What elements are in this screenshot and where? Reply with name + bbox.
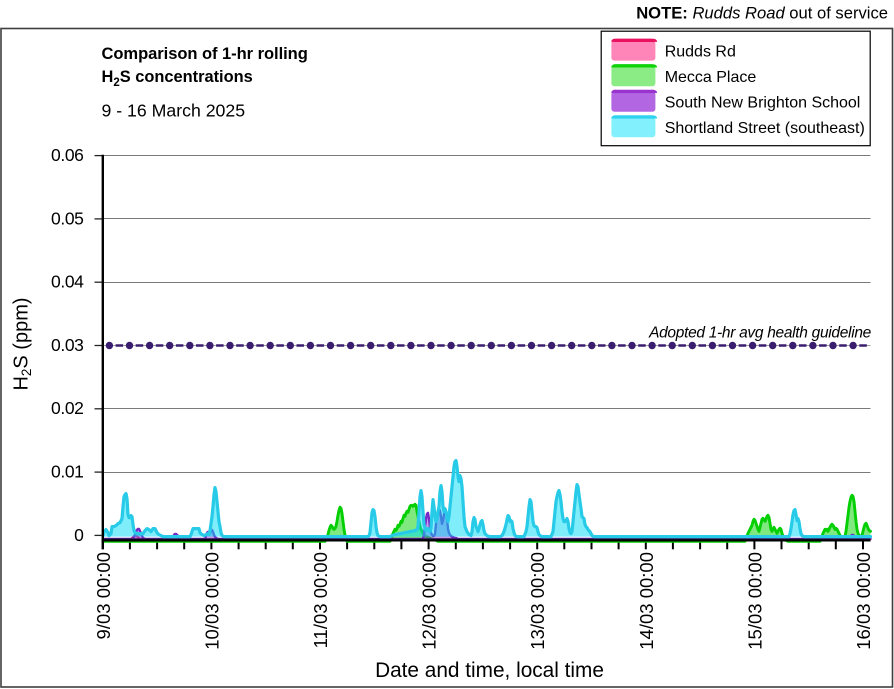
svg-text:Adopted 1-hr avg health guidel: Adopted 1-hr avg health guideline bbox=[648, 325, 872, 342]
svg-text:14/03 00:00: 14/03 00:00 bbox=[636, 552, 657, 650]
svg-text:11/03 00:00: 11/03 00:00 bbox=[310, 552, 331, 648]
svg-text:13/03 00:00: 13/03 00:00 bbox=[527, 552, 548, 650]
svg-text:10/03 00:00: 10/03 00:00 bbox=[201, 552, 222, 650]
svg-text:H2S concentrations: H2S concentrations bbox=[102, 68, 253, 89]
svg-text:9/03 00:00: 9/03 00:00 bbox=[93, 552, 114, 639]
svg-text:Mecca Place: Mecca Place bbox=[665, 69, 757, 86]
svg-text:H2S (ppm): H2S (ppm) bbox=[10, 297, 34, 390]
svg-text:12/03 00:00: 12/03 00:00 bbox=[419, 552, 440, 650]
svg-text:Rudds Rd: Rudds Rd bbox=[665, 44, 736, 61]
svg-text:15/03 00:00: 15/03 00:00 bbox=[744, 552, 765, 650]
svg-text:0.03: 0.03 bbox=[51, 335, 83, 355]
svg-text:Date and time, local time: Date and time, local time bbox=[375, 659, 604, 682]
svg-text:0.05: 0.05 bbox=[51, 208, 83, 228]
svg-text:Comparison of 1-hr rolling: Comparison of 1-hr rolling bbox=[102, 44, 308, 63]
svg-text:NOTE: Rudds Road out of servic: NOTE: Rudds Road out of service bbox=[636, 4, 888, 23]
svg-text:Shortland Street (southeast): Shortland Street (southeast) bbox=[665, 120, 865, 137]
svg-text:0.01: 0.01 bbox=[51, 462, 83, 482]
svg-text:0.06: 0.06 bbox=[51, 145, 83, 165]
svg-text:South New Brighton School: South New Brighton School bbox=[665, 95, 861, 112]
svg-text:0: 0 bbox=[74, 525, 84, 545]
svg-text:16/03 00:00: 16/03 00:00 bbox=[853, 552, 874, 650]
svg-text:0.02: 0.02 bbox=[51, 398, 83, 418]
svg-text:0.04: 0.04 bbox=[51, 272, 84, 292]
svg-text:9 - 16 March 2025: 9 - 16 March 2025 bbox=[102, 101, 246, 121]
